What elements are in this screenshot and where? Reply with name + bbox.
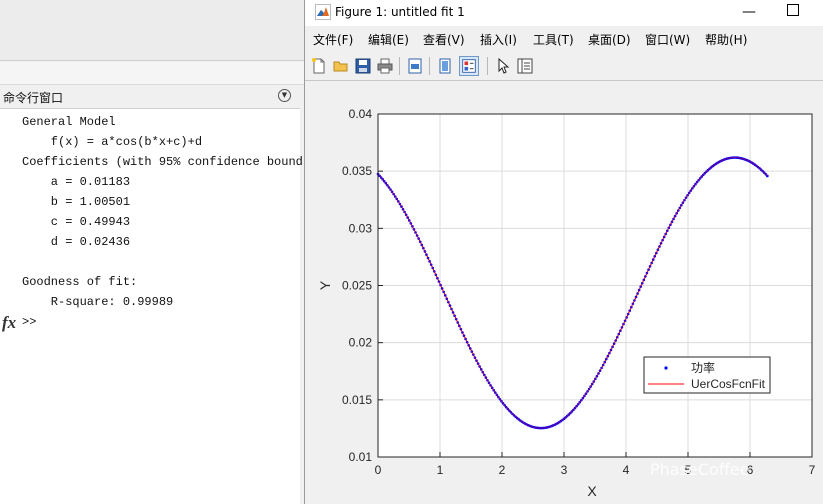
save-icon[interactable] (353, 56, 373, 76)
menu-help[interactable]: 帮助(H) (705, 31, 747, 48)
x-tick-label: 3 (561, 463, 568, 477)
legend-marker (664, 366, 668, 370)
hide-plot-tools-icon[interactable] (435, 56, 455, 76)
x-tick-label: 4 (623, 463, 630, 477)
command-window-header: 命令行窗口 ▼ (0, 86, 300, 109)
x-axis-label: X (587, 483, 597, 499)
toolbar-separator (399, 57, 400, 75)
figure-title: Figure 1: untitled fit 1 (335, 5, 465, 19)
output-line: c = 0.49943 (22, 215, 131, 229)
menu-insert[interactable]: 插入(I) (480, 31, 517, 48)
toolbar-separator (487, 57, 488, 75)
print-icon[interactable] (375, 56, 395, 76)
figure-menubar: 文件(F) 编辑(E) 查看(V) 插入(I) 工具(T) 桌面(D) 窗口(W… (305, 28, 823, 50)
toolbar-separator (429, 57, 430, 75)
output-line: d = 0.02436 (22, 235, 131, 249)
command-window-title: 命令行窗口 (3, 91, 64, 105)
property-editor-icon[interactable] (515, 56, 535, 76)
output-line: Goodness of fit: (22, 275, 138, 289)
y-tick-label: 0.02 (349, 336, 373, 350)
x-tick-label: 1 (437, 463, 444, 477)
y-tick-label: 0.04 (349, 107, 373, 121)
figure-toolbar (305, 52, 823, 81)
y-tick-label: 0.035 (342, 164, 372, 178)
x-tick-label: 7 (809, 463, 816, 477)
output-line: General Model (22, 115, 116, 129)
figure-titlebar[interactable]: Figure 1: untitled fit 1 — (305, 0, 823, 26)
menu-window[interactable]: 窗口(W) (645, 31, 690, 48)
output-line: R-square: 0.99989 (22, 295, 174, 309)
output-line: Coefficients (with 95% confidence bounds (22, 155, 311, 169)
menu-desktop[interactable]: 桌面(D) (588, 31, 631, 48)
figure-canvas[interactable]: 0 1 2 3 4 5 6 7 0.01 0.015 0.02 0.025 0.03 0.035 0.04 … (305, 81, 823, 504)
command-prompt[interactable]: >> (22, 315, 36, 329)
y-tick-label: 0.03 (349, 221, 373, 235)
edit-plot-arrow-icon[interactable] (493, 56, 513, 76)
function-browser-icon[interactable]: fx (2, 313, 16, 333)
y-tick-label: 0.015 (342, 393, 372, 407)
menu-edit[interactable]: 编辑(E) (368, 31, 409, 48)
output-line: b = 1.00501 (22, 195, 131, 209)
matlab-logo-icon (315, 4, 331, 20)
x-tick-label: 2 (499, 463, 506, 477)
menu-tools[interactable]: 工具(T) (533, 31, 574, 48)
show-plot-tools-icon[interactable] (459, 56, 479, 76)
y-tick-label: 0.025 (342, 279, 372, 293)
figure-window: Figure 1: untitled fit 1 — 文件(F) 编辑(E) 查… (304, 0, 823, 504)
minimize-button[interactable]: — (738, 2, 760, 22)
new-file-icon[interactable] (309, 56, 329, 76)
y-axis-label: Y (317, 280, 333, 290)
legend-label: 功率 (691, 360, 715, 375)
command-window[interactable]: General Model f(x) = a*cos(b*x+c)+d Coef… (0, 109, 310, 504)
output-line: f(x) = a*cos(b*x+c)+d (22, 135, 203, 149)
chevron-down-icon[interactable]: ▼ (278, 89, 291, 102)
open-folder-icon[interactable] (331, 56, 351, 76)
menu-view[interactable]: 查看(V) (423, 31, 465, 48)
output-line: a = 0.01183 (22, 175, 131, 189)
watermark: PhaseCoffee (650, 460, 750, 479)
menu-file[interactable]: 文件(F) (313, 31, 353, 48)
print-preview-icon[interactable] (405, 56, 425, 76)
y-tick-label: 0.01 (349, 450, 373, 464)
matlab-address-bar (0, 62, 304, 85)
legend-label: UerCosFcnFit (691, 377, 766, 391)
maximize-button[interactable] (787, 4, 799, 16)
x-tick-label: 0 (375, 463, 382, 477)
matlab-toolstrip (0, 0, 304, 61)
chart[interactable]: 0 1 2 3 4 5 6 70.010.0150.020.0250.030.0350.04 … (305, 81, 823, 504)
